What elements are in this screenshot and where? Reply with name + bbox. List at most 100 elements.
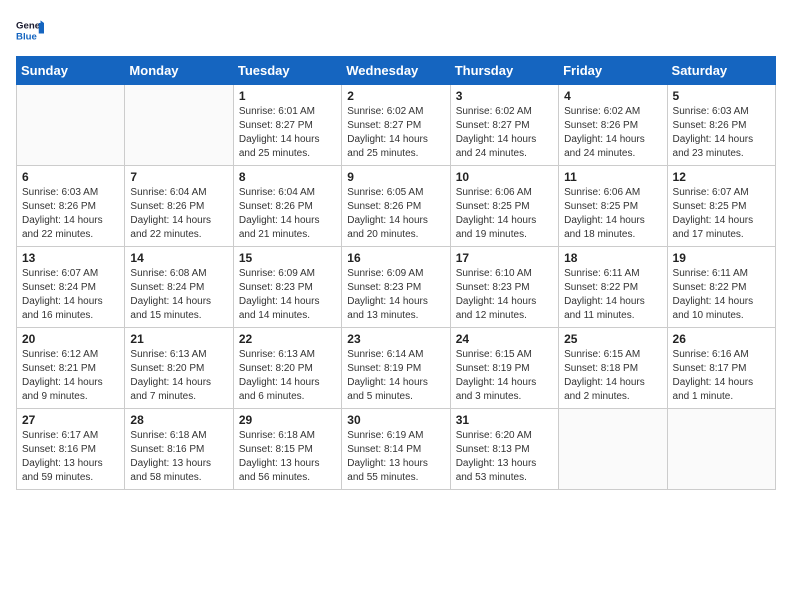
day-number: 21 [130,332,227,346]
day-info: Sunrise: 6:03 AMSunset: 8:26 PMDaylight:… [673,105,770,161]
day-info: Sunrise: 6:15 AMSunset: 8:18 PMDaylight:… [564,348,661,404]
calendar-cell [667,409,775,490]
calendar-cell: 24Sunrise: 6:15 AMSunset: 8:19 PMDayligh… [450,328,558,409]
calendar-week-row: 1 Sunrise: 6:01 AMSunset: 8:27 PMDaylight… [17,85,776,166]
day-info: Sunrise: 6:08 AMSunset: 8:24 PMDaylight:… [130,267,227,323]
calendar-cell: 22 Sunrise: 6:13 AMSunset: 8:20 PMDayligh… [233,328,341,409]
day-number: 6 [22,170,119,184]
calendar-cell: 29 Sunrise: 6:18 AMSunset: 8:15 PMDayligh… [233,409,341,490]
day-number: 18 [564,251,661,265]
day-number: 10 [456,170,553,184]
day-number: 27 [22,413,119,427]
day-info: Sunrise: 6:04 AMSunset: 8:26 PMDaylight:… [239,186,336,242]
day-number: 3 [456,89,553,103]
day-number: 22 [239,332,336,346]
day-info: Sunrise: 6:02 AMSunset: 8:27 PMDaylight:… [347,105,444,161]
day-info: Sunrise: 6:04 AMSunset: 8:26 PMDaylight:… [130,186,227,242]
calendar-cell: 8 Sunrise: 6:04 AMSunset: 8:26 PMDaylight… [233,166,341,247]
calendar-cell: 18 Sunrise: 6:11 AMSunset: 8:22 PMDayligh… [559,247,667,328]
svg-text:Blue: Blue [16,32,37,43]
calendar-cell: 30 Sunrise: 6:19 AMSunset: 8:14 PMDayligh… [342,409,450,490]
calendar-cell: 28Sunrise: 6:18 AMSunset: 8:16 PMDayligh… [125,409,233,490]
day-info: Sunrise: 6:09 AMSunset: 8:23 PMDaylight:… [347,267,444,323]
day-number: 11 [564,170,661,184]
calendar-cell: 3 Sunrise: 6:02 AMSunset: 8:27 PMDaylight… [450,85,558,166]
day-info: Sunrise: 6:06 AMSunset: 8:25 PMDaylight:… [564,186,661,242]
day-number: 30 [347,413,444,427]
day-number: 4 [564,89,661,103]
calendar-cell: 31 Sunrise: 6:20 AMSunset: 8:13 PMDayligh… [450,409,558,490]
day-info: Sunrise: 6:11 AMSunset: 8:22 PMDaylight:… [564,267,661,323]
calendar-cell: 25Sunrise: 6:15 AMSunset: 8:18 PMDayligh… [559,328,667,409]
day-info: Sunrise: 6:14 AMSunset: 8:19 PMDaylight:… [347,348,444,404]
day-info: Sunrise: 6:12 AMSunset: 8:21 PMDaylight:… [22,348,119,404]
day-number: 15 [239,251,336,265]
weekday-header-thursday: Thursday [450,57,558,85]
calendar-cell: 10 Sunrise: 6:06 AMSunset: 8:25 PMDayligh… [450,166,558,247]
calendar-cell: 16 Sunrise: 6:09 AMSunset: 8:23 PMDayligh… [342,247,450,328]
day-number: 5 [673,89,770,103]
weekday-header-sunday: Sunday [17,57,125,85]
day-number: 31 [456,413,553,427]
day-number: 13 [22,251,119,265]
calendar-cell: 5 Sunrise: 6:03 AMSunset: 8:26 PMDaylight… [667,85,775,166]
day-info: Sunrise: 6:09 AMSunset: 8:23 PMDaylight:… [239,267,336,323]
weekday-header-monday: Monday [125,57,233,85]
day-info: Sunrise: 6:20 AMSunset: 8:13 PMDaylight:… [456,429,553,485]
calendar-table: SundayMondayTuesdayWednesdayThursdayFrid… [16,56,776,490]
day-number: 20 [22,332,119,346]
page-header: General Blue [16,16,776,44]
day-number: 28 [130,413,227,427]
calendar-cell: 7 Sunrise: 6:04 AMSunset: 8:26 PMDaylight… [125,166,233,247]
day-number: 8 [239,170,336,184]
calendar-cell: 12Sunrise: 6:07 AMSunset: 8:25 PMDayligh… [667,166,775,247]
day-info: Sunrise: 6:11 AMSunset: 8:22 PMDaylight:… [673,267,770,323]
calendar-cell: 4 Sunrise: 6:02 AMSunset: 8:26 PMDaylight… [559,85,667,166]
calendar-cell: 21Sunrise: 6:13 AMSunset: 8:20 PMDayligh… [125,328,233,409]
day-number: 19 [673,251,770,265]
day-number: 24 [456,332,553,346]
calendar-week-row: 27 Sunrise: 6:17 AMSunset: 8:16 PMDayligh… [17,409,776,490]
calendar-cell: 9 Sunrise: 6:05 AMSunset: 8:26 PMDaylight… [342,166,450,247]
day-info: Sunrise: 6:18 AMSunset: 8:15 PMDaylight:… [239,429,336,485]
day-number: 23 [347,332,444,346]
day-number: 26 [673,332,770,346]
calendar-cell [559,409,667,490]
day-number: 16 [347,251,444,265]
day-number: 9 [347,170,444,184]
day-number: 14 [130,251,227,265]
day-number: 17 [456,251,553,265]
calendar-week-row: 6 Sunrise: 6:03 AMSunset: 8:26 PMDaylight… [17,166,776,247]
calendar-cell: 15 Sunrise: 6:09 AMSunset: 8:23 PMDayligh… [233,247,341,328]
weekday-header-friday: Friday [559,57,667,85]
calendar-cell: 6 Sunrise: 6:03 AMSunset: 8:26 PMDaylight… [17,166,125,247]
logo: General Blue [16,16,44,44]
calendar-cell: 2 Sunrise: 6:02 AMSunset: 8:27 PMDaylight… [342,85,450,166]
day-info: Sunrise: 6:06 AMSunset: 8:25 PMDaylight:… [456,186,553,242]
day-number: 29 [239,413,336,427]
calendar-week-row: 20 Sunrise: 6:12 AMSunset: 8:21 PMDayligh… [17,328,776,409]
day-info: Sunrise: 6:19 AMSunset: 8:14 PMDaylight:… [347,429,444,485]
day-info: Sunrise: 6:02 AMSunset: 8:27 PMDaylight:… [456,105,553,161]
day-info: Sunrise: 6:01 AMSunset: 8:27 PMDaylight:… [239,105,336,161]
calendar-cell: 26Sunrise: 6:16 AMSunset: 8:17 PMDayligh… [667,328,775,409]
calendar-cell: 19 Sunrise: 6:11 AMSunset: 8:22 PMDayligh… [667,247,775,328]
weekday-header-tuesday: Tuesday [233,57,341,85]
day-number: 1 [239,89,336,103]
day-info: Sunrise: 6:07 AMSunset: 8:24 PMDaylight:… [22,267,119,323]
calendar-cell [125,85,233,166]
day-info: Sunrise: 6:05 AMSunset: 8:26 PMDaylight:… [347,186,444,242]
calendar-cell: 23 Sunrise: 6:14 AMSunset: 8:19 PMDayligh… [342,328,450,409]
calendar-cell: 13 Sunrise: 6:07 AMSunset: 8:24 PMDayligh… [17,247,125,328]
calendar-cell [17,85,125,166]
day-number: 7 [130,170,227,184]
day-number: 2 [347,89,444,103]
day-info: Sunrise: 6:17 AMSunset: 8:16 PMDaylight:… [22,429,119,485]
calendar-cell: 17Sunrise: 6:10 AMSunset: 8:23 PMDayligh… [450,247,558,328]
day-info: Sunrise: 6:13 AMSunset: 8:20 PMDaylight:… [239,348,336,404]
day-info: Sunrise: 6:02 AMSunset: 8:26 PMDaylight:… [564,105,661,161]
weekday-header-saturday: Saturday [667,57,775,85]
day-info: Sunrise: 6:03 AMSunset: 8:26 PMDaylight:… [22,186,119,242]
calendar-cell: 14 Sunrise: 6:08 AMSunset: 8:24 PMDayligh… [125,247,233,328]
calendar-cell: 27 Sunrise: 6:17 AMSunset: 8:16 PMDayligh… [17,409,125,490]
